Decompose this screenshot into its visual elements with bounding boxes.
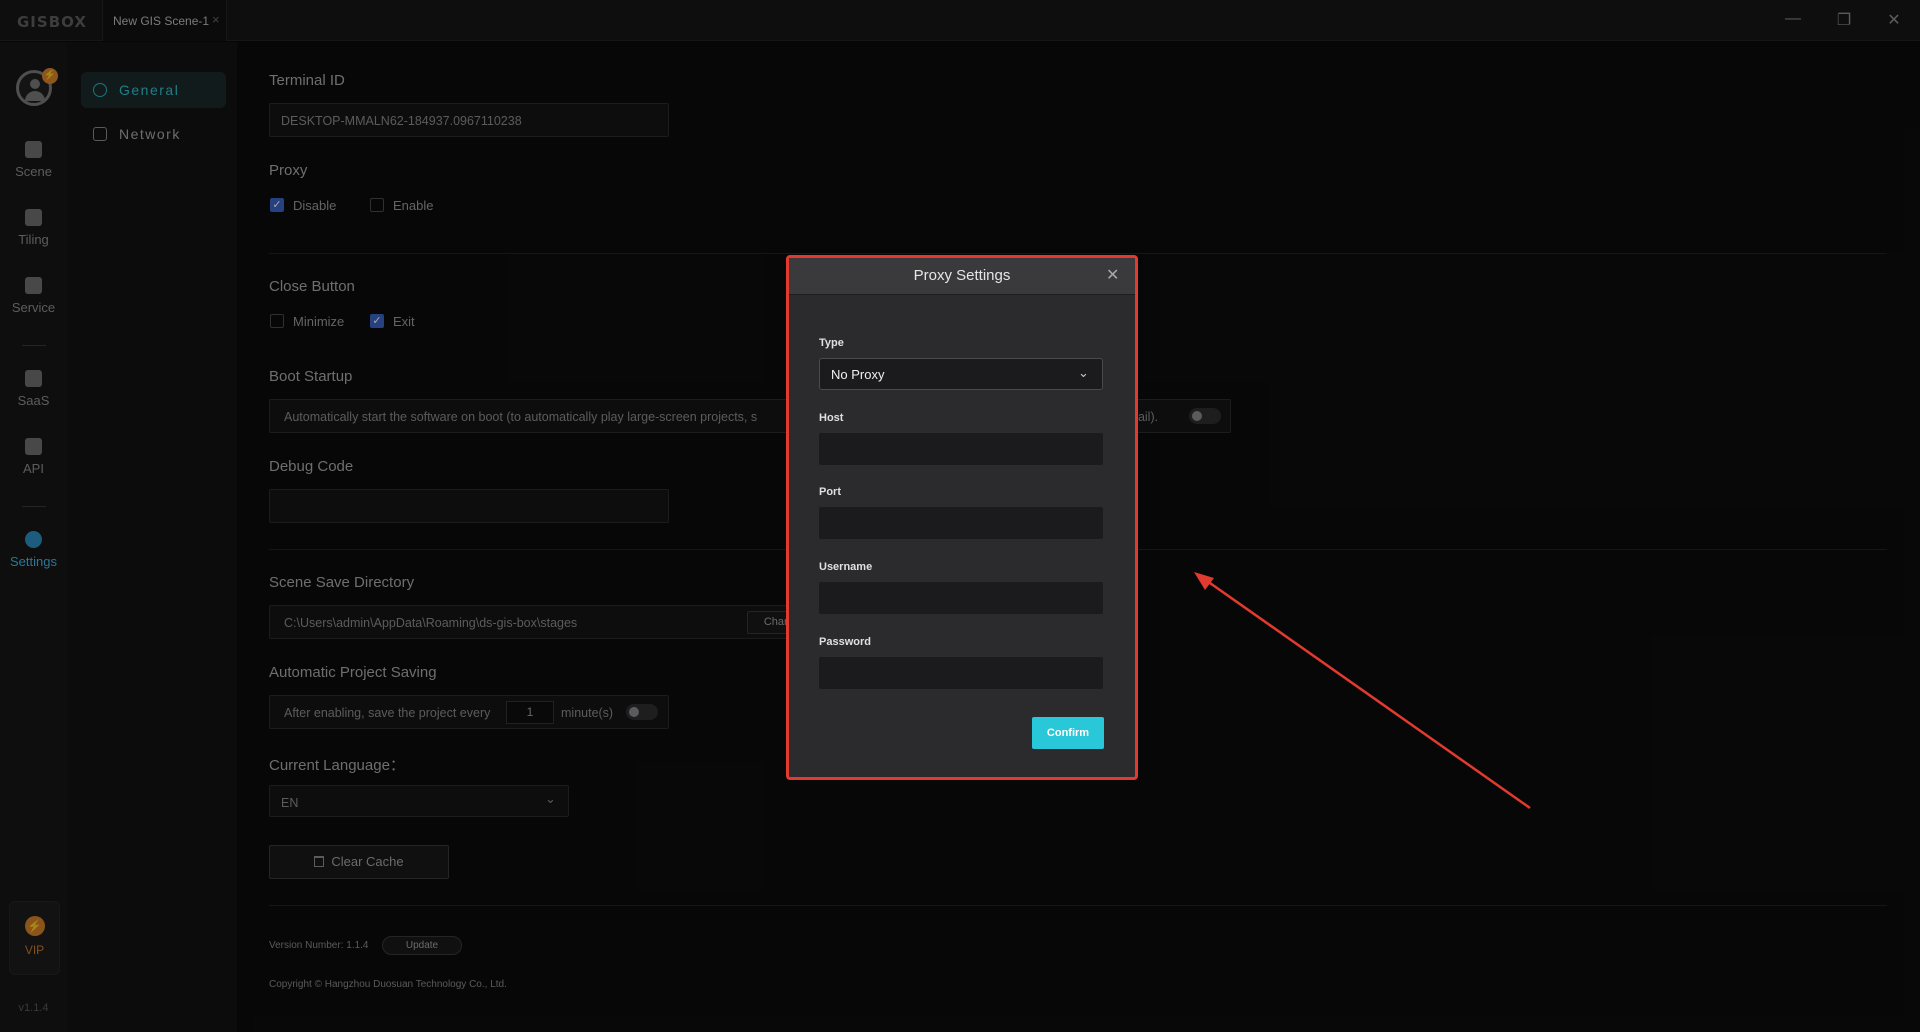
close-icon[interactable]: ✕ bbox=[1106, 265, 1119, 285]
host-label: Host bbox=[819, 412, 844, 424]
port-label: Port bbox=[819, 486, 841, 498]
confirm-button[interactable]: Confirm bbox=[1032, 717, 1104, 749]
proxy-type-select[interactable]: No Proxy ⌄ bbox=[819, 358, 1103, 390]
username-input[interactable] bbox=[819, 582, 1103, 614]
password-label: Password bbox=[819, 636, 871, 648]
chevron-down-icon: ⌄ bbox=[1078, 365, 1089, 380]
password-input[interactable] bbox=[819, 657, 1103, 689]
modal-title: Proxy Settings bbox=[913, 267, 1011, 284]
proxy-settings-modal: Proxy Settings ✕ Type No Proxy ⌄ Host Po… bbox=[786, 255, 1138, 780]
username-label: Username bbox=[819, 561, 873, 573]
proxy-type-value: No Proxy bbox=[831, 367, 885, 382]
type-label: Type bbox=[819, 337, 844, 349]
modal-header: Proxy Settings ✕ bbox=[789, 258, 1135, 295]
host-input[interactable] bbox=[819, 433, 1103, 465]
port-input[interactable] bbox=[819, 507, 1103, 539]
